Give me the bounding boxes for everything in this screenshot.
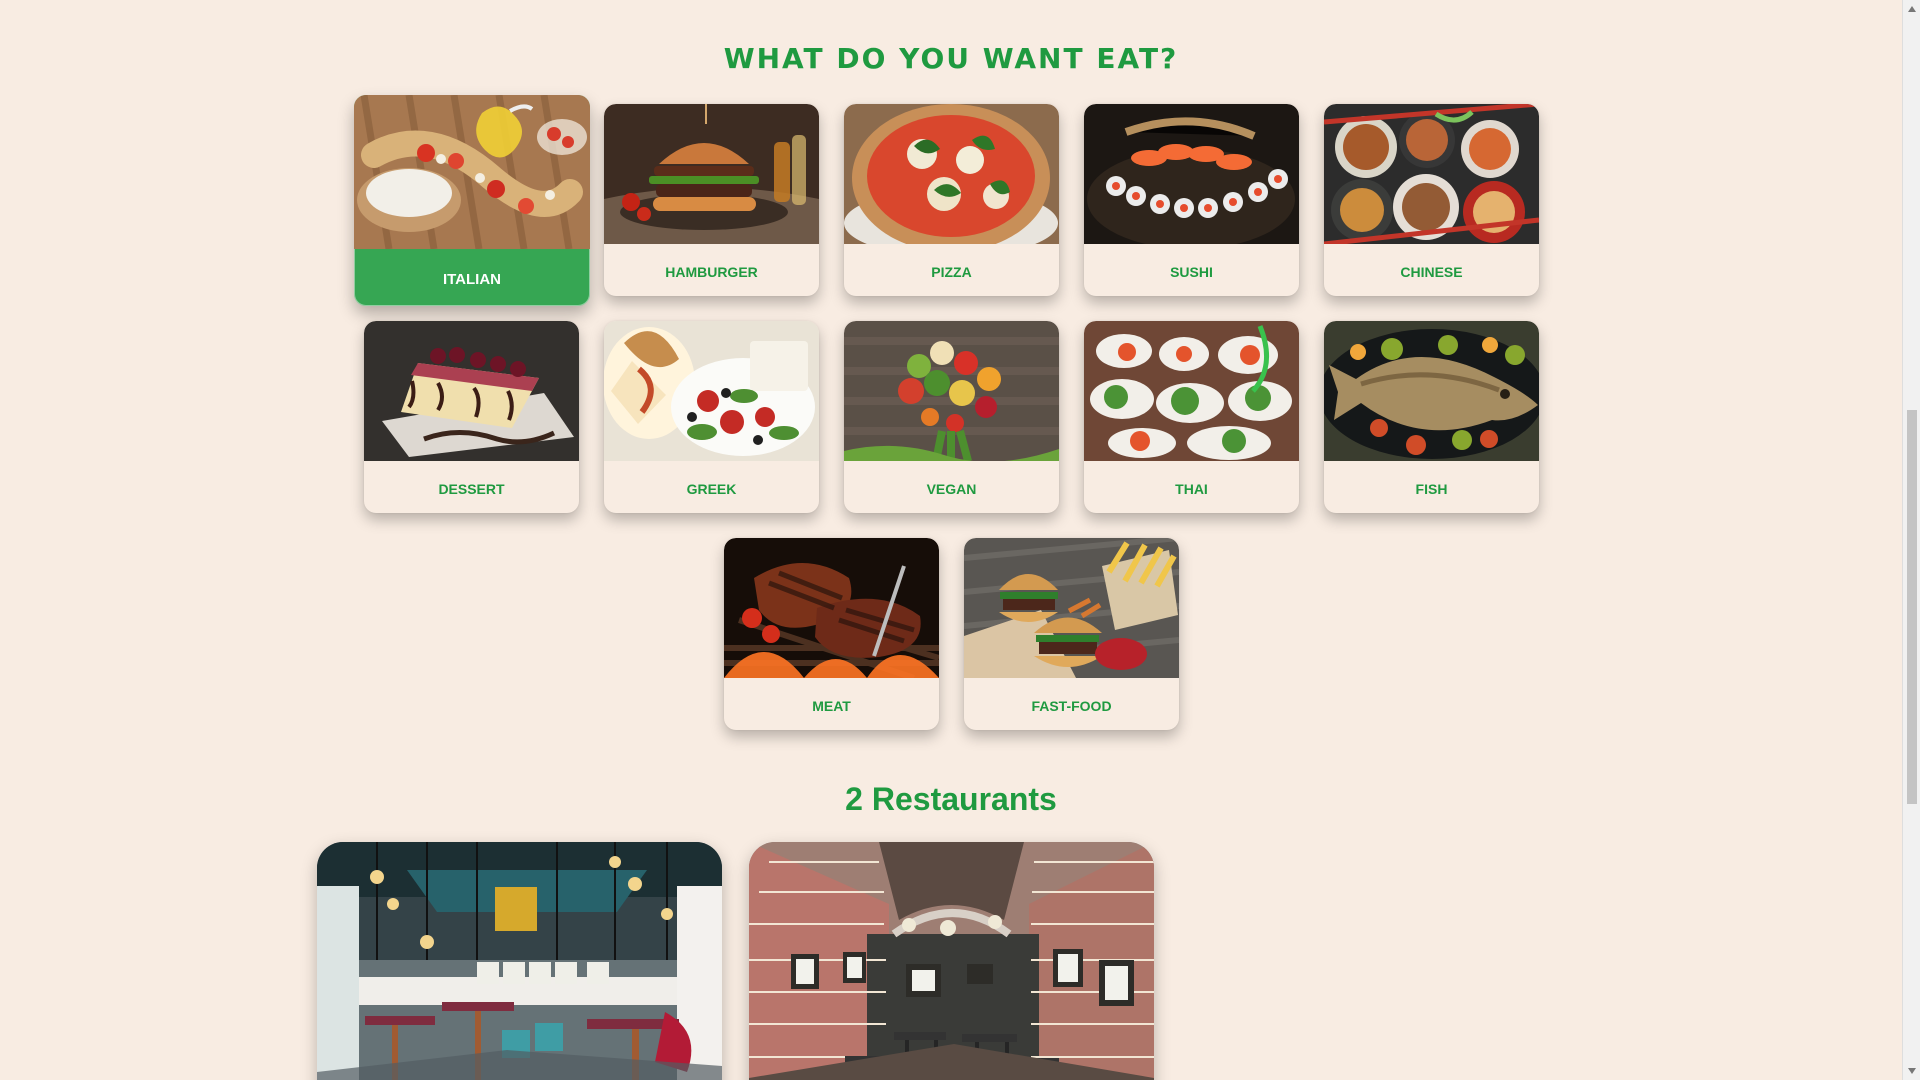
category-card-dessert[interactable]: DESSERT <box>364 321 579 513</box>
category-label: DESSERT <box>438 481 505 497</box>
italian-food-image <box>354 95 590 249</box>
category-label: GREEK <box>686 481 737 497</box>
fish-food-image <box>1324 321 1539 461</box>
restaurants-count-title: 2 Restaurants <box>845 781 1057 817</box>
category-label: HAMBURGER <box>665 264 758 280</box>
category-card-greek[interactable]: GREEK <box>604 321 819 513</box>
hamburger-food-image <box>604 104 819 244</box>
restaurant-interior-image <box>317 842 722 1080</box>
category-label: ITALIAN <box>442 271 502 288</box>
meat-food-image <box>724 538 939 678</box>
category-card-sushi[interactable]: SUSHI <box>1084 104 1299 296</box>
category-label: FAST-FOOD <box>1031 698 1112 714</box>
chinese-food-image <box>1324 104 1539 244</box>
web-page: WHAT DO YOU WANT EAT? ITALIAN HAMBURGER … <box>0 0 1920 1080</box>
category-label: PIZZA <box>931 264 972 280</box>
pizza-food-image <box>844 104 1059 244</box>
category-card-vegan[interactable]: VEGAN <box>844 321 1059 513</box>
scroll-up-arrow-icon[interactable] <box>1908 6 1916 12</box>
scroll-thumb[interactable] <box>1907 410 1917 804</box>
category-label: FISH <box>1415 481 1448 497</box>
category-card-thai[interactable]: THAI <box>1084 321 1299 513</box>
category-card-meat[interactable]: MEAT <box>724 538 939 730</box>
restaurant-card[interactable] <box>749 842 1154 1080</box>
category-card-chinese[interactable]: CHINESE <box>1324 104 1539 296</box>
category-label: VEGAN <box>926 481 977 497</box>
category-label: MEAT <box>812 698 851 714</box>
category-card-pizza[interactable]: PIZZA <box>844 104 1059 296</box>
category-label: THAI <box>1175 481 1208 497</box>
thai-food-image <box>1084 321 1299 461</box>
fast-food-image <box>964 538 1179 678</box>
category-card-hamburger[interactable]: HAMBURGER <box>604 104 819 296</box>
category-label: CHINESE <box>1400 264 1463 280</box>
dessert-food-image <box>364 321 579 461</box>
scroll-down-arrow-icon[interactable] <box>1908 1068 1916 1074</box>
vegan-food-image <box>844 321 1059 461</box>
category-card-fast-food[interactable]: FAST-FOOD <box>964 538 1179 730</box>
vertical-scrollbar[interactable] <box>1902 0 1920 1080</box>
greek-food-image <box>604 321 819 461</box>
restaurant-interior-image <box>749 842 1154 1080</box>
category-card-italian[interactable]: ITALIAN <box>354 95 590 306</box>
sushi-food-image <box>1084 104 1299 244</box>
page-title: WHAT DO YOU WANT EAT? <box>723 42 1179 75</box>
category-card-fish[interactable]: FISH <box>1324 321 1539 513</box>
main-content: WHAT DO YOU WANT EAT? ITALIAN HAMBURGER … <box>0 0 1902 1080</box>
category-label: SUSHI <box>1170 264 1213 280</box>
restaurant-card[interactable] <box>317 842 722 1080</box>
